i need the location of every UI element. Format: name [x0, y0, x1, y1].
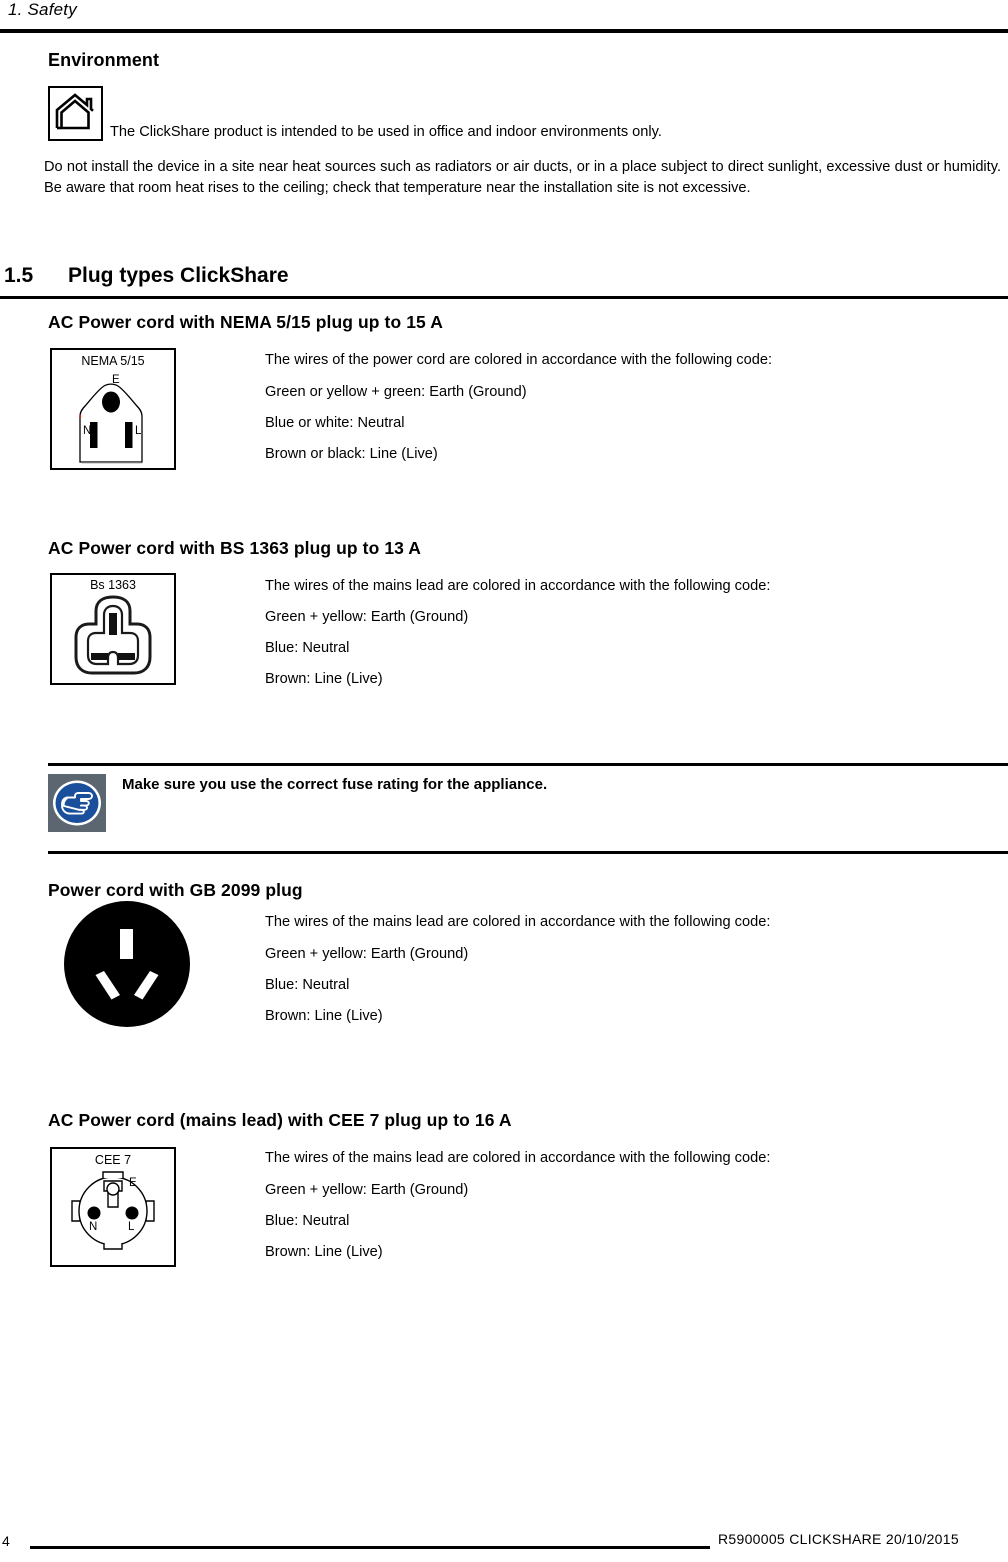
plug-heading-bs1363: AC Power cord with BS 1363 plug up to 13… [48, 538, 422, 558]
plug-text-nema-1: Green or yellow + green: Earth (Ground) [265, 384, 527, 400]
header-divider-rule [0, 29, 1008, 33]
plug-heading-nema: AC Power cord with NEMA 5/15 plug up to … [48, 312, 443, 332]
footer-rule [30, 1546, 710, 1549]
plug-text-gb2099-0: The wires of the mains lead are colored … [265, 914, 771, 930]
plug-text-nema-2: Blue or white: Neutral [265, 415, 405, 431]
document-page: 1. Safety Environment The ClickShare pro… [0, 0, 1008, 1562]
note-text: Make sure you use the correct fuse ratin… [122, 776, 548, 793]
house-indoor-icon [48, 86, 103, 141]
plug-label-earth-cee7: E [129, 1177, 137, 1189]
plug-text-nema-0: The wires of the power cord are colored … [265, 352, 772, 368]
plug-text-cee7-0: The wires of the mains lead are colored … [265, 1150, 771, 1166]
footer-document-meta: R5900005 CLICKSHARE 20/10/2015 [718, 1531, 959, 1547]
plug-figure-caption-nema: NEMA 5/15 [81, 354, 145, 368]
environment-paragraph: Do not install the device in a site near… [44, 159, 1001, 196]
plug-label-neutral-nema: N [83, 425, 92, 437]
plug-figure-caption-cee7: CEE 7 [94, 1153, 132, 1167]
section-number: 1.5 [4, 264, 34, 287]
plug-figure-cee7: CEE 7 E N L [50, 1147, 176, 1267]
environment-icon-caption: The ClickShare product is intended to be… [110, 124, 662, 140]
section-divider-rule [0, 296, 1008, 299]
plug-text-cee7-3: Brown: Line (Live) [265, 1244, 383, 1260]
environment-heading: Environment [48, 50, 160, 70]
plug-label-neutral-cee7: N [89, 1221, 98, 1233]
plug-figure-nema: NEMA 5/15 E N L [50, 348, 176, 470]
plug-text-bs1363-3: Brown: Line (Live) [265, 671, 383, 687]
footer-page-number: 4 [2, 1533, 10, 1549]
plug-figure-caption-bs1363: Bs 1363 [90, 578, 136, 592]
note-top-rule [48, 763, 1008, 766]
plug-text-gb2099-2: Blue: Neutral [265, 977, 350, 993]
plug-heading-cee7: AC Power cord (mains lead) with CEE 7 pl… [48, 1110, 512, 1130]
plug-text-nema-3: Brown or black: Line (Live) [265, 446, 438, 462]
plug-figure-bs1363: Bs 1363 [50, 573, 176, 685]
pointing-hand-note-icon [48, 774, 106, 832]
plug-text-gb2099-1: Green + yellow: Earth (Ground) [265, 946, 469, 962]
plug-label-line-nema: L [135, 425, 142, 437]
plug-text-cee7-2: Blue: Neutral [265, 1213, 350, 1229]
running-header-chapter: 1. Safety [8, 0, 77, 19]
plug-text-bs1363-1: Green + yellow: Earth (Ground) [265, 609, 469, 625]
note-bottom-rule [48, 851, 1008, 854]
section-title: Plug types ClickShare [68, 264, 289, 287]
plug-label-line-cee7: L [128, 1221, 135, 1233]
plug-text-bs1363-2: Blue: Neutral [265, 640, 350, 656]
plug-figure-gb2099 [58, 895, 196, 1033]
plug-label-earth-nema: E [112, 374, 120, 386]
plug-text-bs1363-0: The wires of the mains lead are colored … [265, 578, 771, 594]
plug-text-gb2099-3: Brown: Line (Live) [265, 1008, 383, 1024]
plug-text-cee7-1: Green + yellow: Earth (Ground) [265, 1182, 469, 1198]
